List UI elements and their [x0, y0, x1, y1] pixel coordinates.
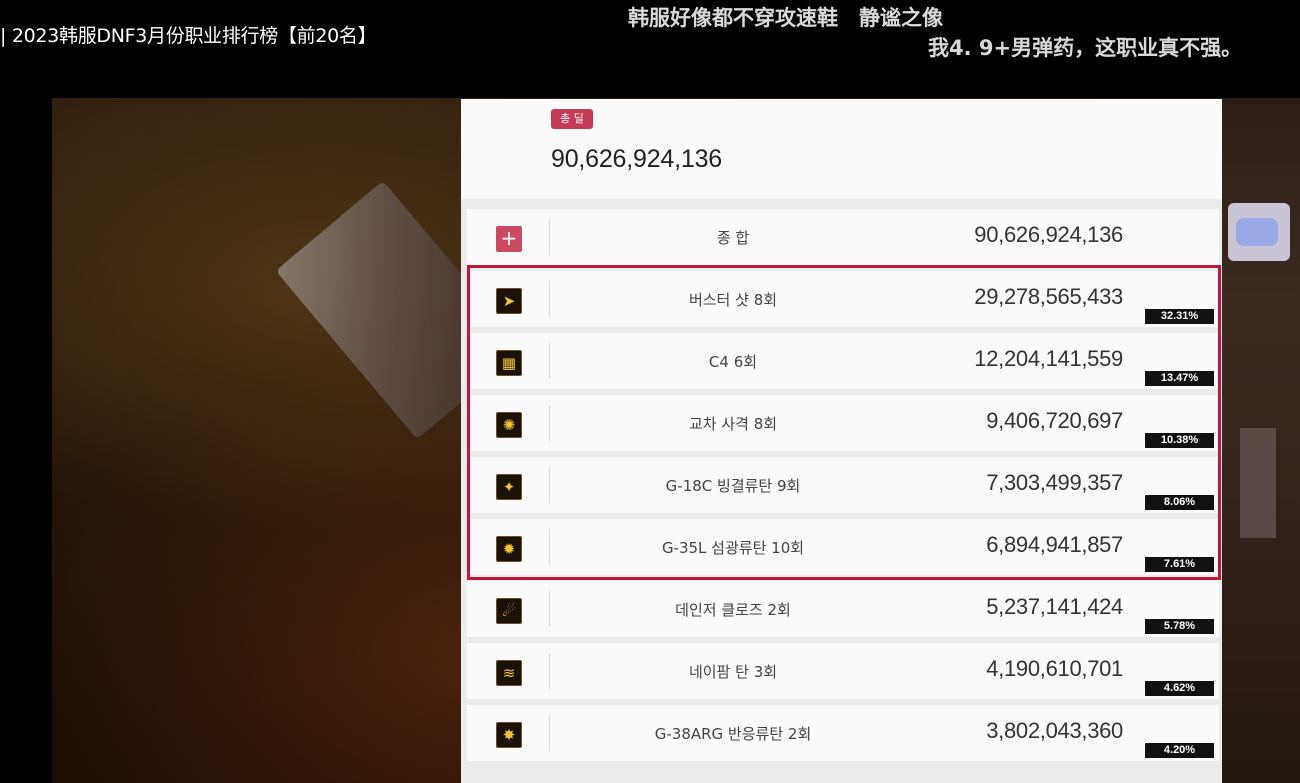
damage-value: 12,204,141,559	[974, 346, 1123, 371]
danmaku-comment: 韩服好像都不穿攻速鞋 静谧之像	[628, 6, 943, 30]
danger-close-icon: ☄	[496, 598, 522, 624]
total-damage-summary: 총 딜 90,626,924,136	[461, 99, 1222, 199]
skill-row: ✸ G-38ARG 반응류탄 2회 3,802,043,360 4.20%	[467, 705, 1219, 761]
row-divider	[549, 591, 550, 627]
skill-name: 종 합	[716, 229, 750, 247]
damage-value: 3,802,043,360	[986, 718, 1123, 743]
damage-percent-badge: 5.78%	[1145, 619, 1214, 634]
skill-row: ▦ C4 6회 12,204,141,559 13.47%	[467, 333, 1219, 389]
row-divider	[549, 219, 550, 255]
blurred-mark	[1240, 428, 1276, 538]
skill-row: ≋ 네이팜 탄 3회 4,190,610,701 4.62%	[467, 643, 1219, 699]
damage-value: 5,237,141,424	[986, 594, 1123, 619]
damage-percent-badge: 4.62%	[1145, 681, 1214, 696]
video-frame: | 2023韩服DNF3月份职业排行榜【前20名】 韩服好像都不穿攻速鞋 静谧之…	[0, 0, 1300, 783]
cross-fire-icon: ✺	[496, 412, 522, 438]
damage-percent-badge: 32.31%	[1145, 309, 1214, 324]
skill-name: 교차 사격 8회	[688, 415, 778, 433]
skill-row: ☄ 데인저 클로즈 2회 5,237,141,424 5.78%	[467, 581, 1219, 637]
c4-icon: ▦	[496, 350, 522, 376]
row-divider	[549, 467, 550, 503]
plus-icon[interactable]: +	[496, 226, 522, 252]
row-divider	[549, 529, 550, 565]
flash-grenade-icon: ✹	[496, 536, 522, 562]
skill-name: 네이팜 탄 3회	[688, 663, 778, 681]
damage-value: 7,303,499,357	[986, 470, 1123, 495]
reactive-grenade-icon: ✸	[496, 722, 522, 748]
damage-percent-badge: 4.20%	[1145, 743, 1214, 758]
damage-value: 4,190,610,701	[986, 656, 1123, 681]
video-title: | 2023韩服DNF3月份职业排行榜【前20名】	[0, 25, 377, 47]
row-divider	[549, 405, 550, 441]
danmaku-comment: 我4. 9+男弹药，这职业真不强。	[928, 36, 1243, 60]
napalm-icon: ≋	[496, 660, 522, 686]
total-damage-value: 90,626,924,136	[551, 145, 722, 173]
damage-breakdown-panel: 총 딜 90,626,924,136 + 종 합 90,626,924,136 …	[461, 99, 1222, 783]
skill-row: ✺ 교차 사격 8회 9,406,720,697 10.38%	[467, 395, 1219, 451]
damage-value: 6,894,941,857	[986, 532, 1123, 557]
row-divider	[549, 653, 550, 689]
total-damage-badge: 총 딜	[551, 109, 593, 129]
blurred-right-background	[1222, 98, 1300, 783]
skill-name: C4 6회	[708, 353, 758, 371]
skill-name: 데인저 클로즈 2회	[675, 601, 791, 619]
skill-row: ➤ 버스터 샷 8회 29,278,565,433 32.31%	[467, 271, 1219, 327]
damage-percent-badge: 8.06%	[1145, 495, 1214, 510]
skill-name: G-38ARG 반응류탄 2회	[654, 725, 812, 743]
damage-percent-badge: 13.47%	[1145, 371, 1214, 386]
buster-shot-icon: ➤	[496, 288, 522, 314]
damage-percent-badge: 10.38%	[1145, 433, 1214, 448]
damage-value: 29,278,565,433	[974, 284, 1123, 309]
freeze-grenade-icon: ✦	[496, 474, 522, 500]
damage-value: 9,406,720,697	[986, 408, 1123, 433]
skill-name: G-35L 섬광류탄 10회	[661, 539, 805, 557]
damage-value: 90,626,924,136	[974, 222, 1123, 247]
skill-name: 버스터 샷 8회	[688, 291, 778, 309]
blurred-chip-inner	[1236, 218, 1278, 246]
skill-row: ✹ G-35L 섬광류탄 10회 6,894,941,857 7.61%	[467, 519, 1219, 575]
damage-percent-badge: 7.61%	[1145, 557, 1214, 572]
skill-name: G-18C 빙결류탄 9회	[665, 477, 801, 495]
skill-row: ✦ G-18C 빙결류탄 9회 7,303,499,357 8.06%	[467, 457, 1219, 513]
row-divider	[549, 343, 550, 379]
total-row: + 종 합 90,626,924,136	[467, 209, 1219, 265]
row-divider	[549, 715, 550, 751]
row-divider	[549, 281, 550, 317]
